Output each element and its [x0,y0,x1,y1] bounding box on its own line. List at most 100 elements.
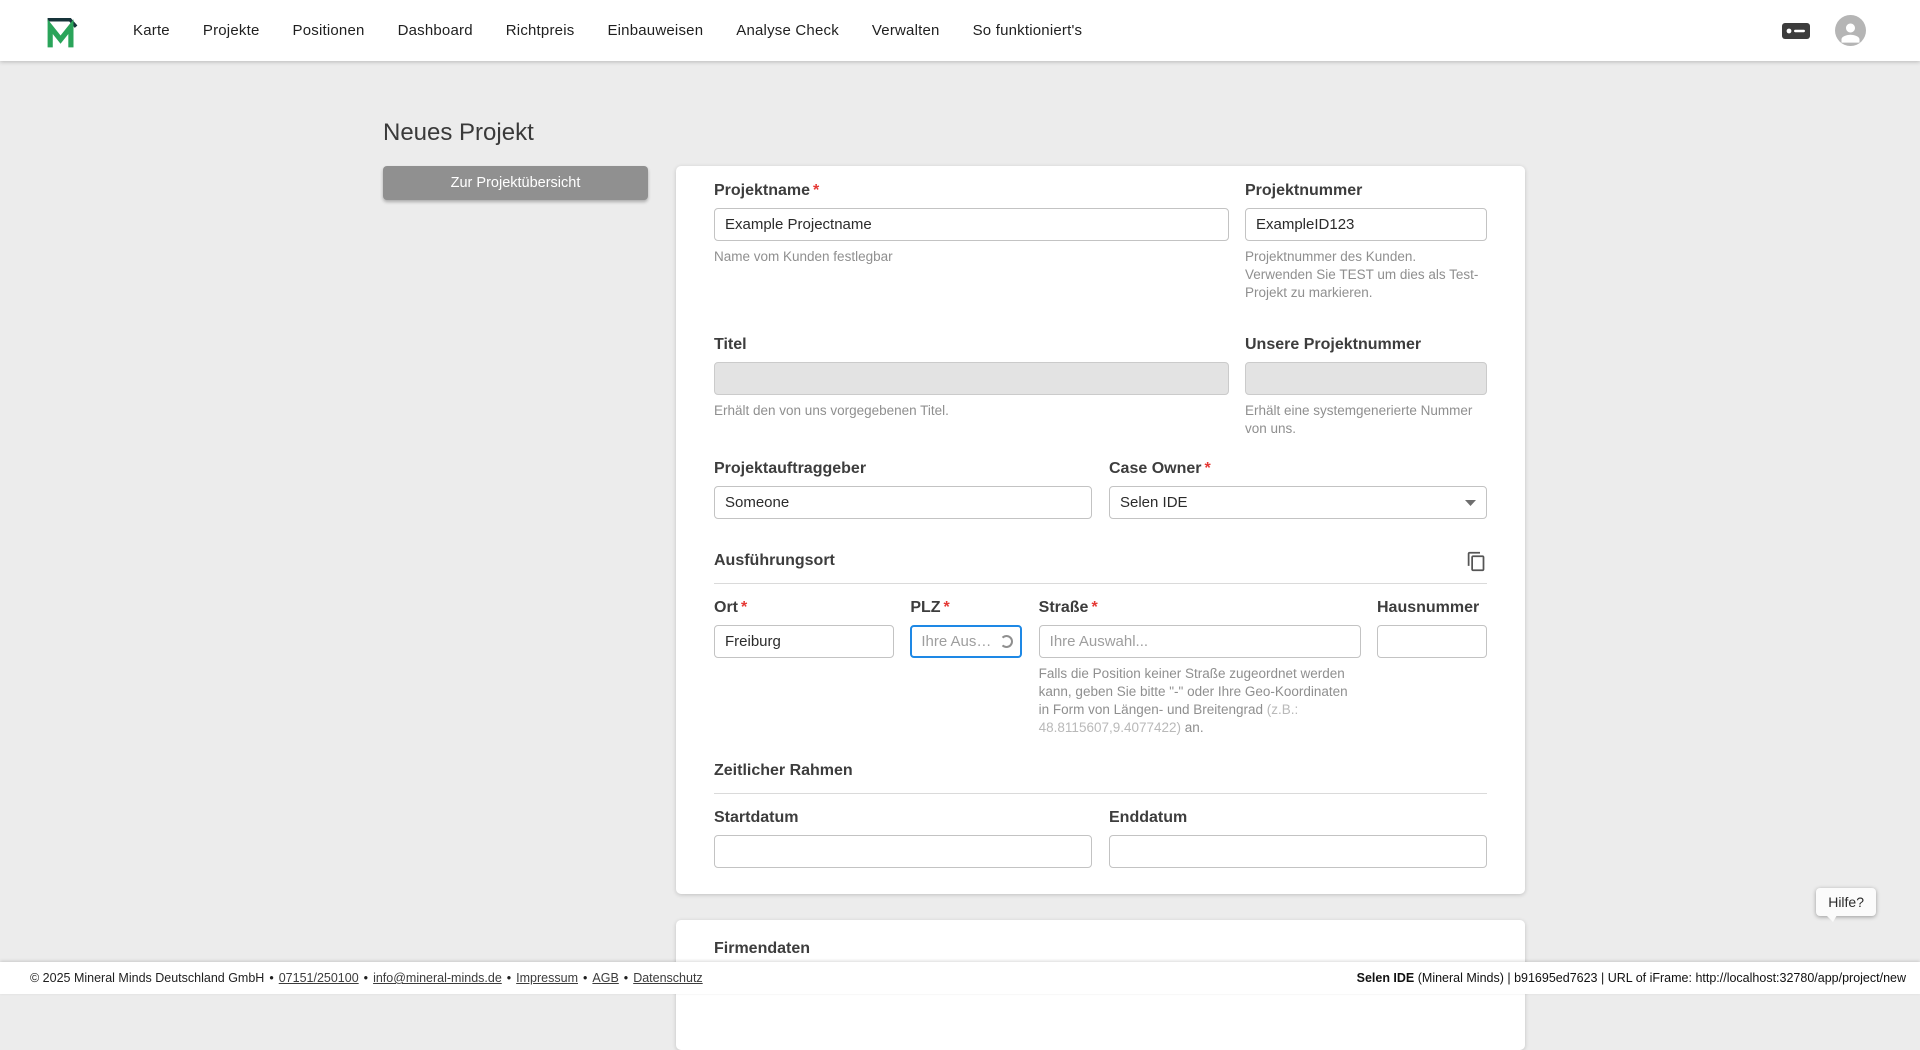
required-asterisk: * [813,182,819,199]
copy-icon[interactable] [1466,551,1487,572]
projektnummer-label: Projektnummer [1245,181,1487,200]
titel-label: Titel [714,335,1229,354]
section-ausfuehrungsort: Ausführungsort [714,549,1487,573]
main-content: Neues Projekt Zur Projektübersicht Proje… [0,61,1920,1050]
strasse-helper-suffix: an. [1181,720,1204,735]
projektnummer-helper: Projektnummer des Kunden. Verwenden Sie … [1245,248,1487,302]
footer-links: © 2025 Mineral Minds Deutschland GmbH • … [30,971,703,985]
section-divider [714,583,1487,584]
ort-label-text: Ort [714,599,738,616]
required-asterisk: * [1204,460,1210,477]
ausfuehrungsort-title: Ausführungsort [714,552,835,570]
agb-link[interactable]: AGB [592,971,618,985]
row-datum: Startdatum Enddatum [714,808,1487,868]
strasse-helper: Falls die Position keiner Straße zugeord… [1039,665,1361,737]
firmendaten-title: Firmendaten [714,940,1487,958]
plz-label: PLZ* [910,598,1022,617]
field-case-owner: Case Owner* Selen IDE [1109,459,1487,519]
main-nav: Karte Projekte Positionen Dashboard Rich… [133,22,1082,39]
field-titel: Titel Erhält den von uns vorgegebenen Ti… [714,335,1229,420]
projektauftraggeber-input[interactable] [714,486,1092,519]
unsere-projektnummer-label: Unsere Projektnummer [1245,335,1487,354]
nav-item-analyse-check[interactable]: Analyse Check [736,22,839,39]
copyright-text: © 2025 Mineral Minds Deutschland GmbH [30,971,264,985]
footer-separator: • [583,971,587,985]
projektname-input[interactable] [714,208,1229,241]
page-title: Neues Projekt [383,119,1920,147]
case-owner-select[interactable]: Selen IDE [1109,486,1487,519]
loading-spinner-icon [1000,635,1013,648]
help-button[interactable]: Hilfe? [1816,888,1876,916]
startdatum-label: Startdatum [714,808,1092,827]
left-column: Zur Projektübersicht [383,166,676,200]
unsere-projektnummer-helper: Erhält eine systemgenerierte Nummer von … [1245,402,1487,438]
row-titel: Titel Erhält den von uns vorgegebenen Ti… [714,335,1487,438]
field-startdatum: Startdatum [714,808,1092,868]
logo-mark [45,13,83,49]
nav-item-positionen[interactable]: Positionen [293,22,365,39]
strasse-helper-text: Falls die Position keiner Straße zugeord… [1039,666,1348,717]
field-strasse: Straße* Falls die Position keiner Straße… [1039,598,1361,737]
projektauftraggeber-label: Projektauftraggeber [714,459,1092,478]
ort-label: Ort* [714,598,894,617]
nav-item-richtpreis[interactable]: Richtpreis [506,22,575,39]
field-hausnummer: Hausnummer [1377,598,1487,658]
titel-input [714,362,1229,395]
startdatum-input[interactable] [714,835,1092,868]
nav-item-projekte[interactable]: Projekte [203,22,260,39]
case-owner-label: Case Owner* [1109,459,1487,478]
person-icon [1837,19,1864,46]
section-divider [714,793,1487,794]
nav-item-karte[interactable]: Karte [133,22,170,39]
impressum-link[interactable]: Impressum [516,971,578,985]
case-owner-value: Selen IDE [1120,494,1188,511]
navbar-actions [1781,15,1866,46]
session-user: Selen IDE [1357,971,1415,985]
footer: © 2025 Mineral Minds Deutschland GmbH • … [0,962,1920,994]
project-form-card: Projektname* Name vom Kunden festlegbar … [676,166,1525,894]
chevron-down-icon [1465,500,1476,506]
projektname-helper: Name vom Kunden festlegbar [714,248,1229,266]
nav-item-verwalten[interactable]: Verwalten [872,22,940,39]
phone-link[interactable]: 07151/250100 [279,971,359,985]
projektname-label: Projektname* [714,181,1229,200]
field-plz: PLZ* [910,598,1022,658]
footer-separator: • [624,971,628,985]
enddatum-input[interactable] [1109,835,1487,868]
footer-separator: • [507,971,511,985]
field-unsere-projektnummer: Unsere Projektnummer Erhält eine systemg… [1245,335,1487,438]
required-asterisk: * [741,599,747,616]
row-projektname: Projektname* Name vom Kunden festlegbar … [714,181,1487,302]
field-projektnummer: Projektnummer Projektnummer des Kunden. … [1245,181,1487,302]
zeitlicher-rahmen-title: Zeitlicher Rahmen [714,762,853,780]
strasse-label: Straße* [1039,598,1361,617]
unsere-projektnummer-input [1245,362,1487,395]
server-icon[interactable] [1781,21,1811,41]
nav-item-so-funktionierts[interactable]: So funktioniert's [973,22,1083,39]
nav-item-einbauweisen[interactable]: Einbauweisen [607,22,703,39]
row-auftraggeber: Projektauftraggeber Case Owner* Selen ID… [714,459,1487,519]
projektnummer-input[interactable] [1245,208,1487,241]
hausnummer-input[interactable] [1377,625,1487,658]
email-link[interactable]: info@mineral-minds.de [373,971,502,985]
section-zeitlicher-rahmen: Zeitlicher Rahmen [714,759,1487,783]
session-details: (Mineral Minds) | b91695ed7623 | URL of … [1414,971,1906,985]
titel-helper: Erhält den von uns vorgegebenen Titel. [714,402,1229,420]
plz-label-text: PLZ [910,599,940,616]
back-to-projects-button[interactable]: Zur Projektübersicht [383,166,648,200]
projektname-label-text: Projektname [714,182,810,199]
datenschutz-link[interactable]: Datenschutz [633,971,702,985]
case-owner-label-text: Case Owner [1109,460,1201,477]
row-ort: Ort* PLZ* Straße* [714,598,1487,737]
required-asterisk: * [944,599,950,616]
strasse-input[interactable] [1039,625,1361,658]
enddatum-label: Enddatum [1109,808,1487,827]
top-navbar: Karte Projekte Positionen Dashboard Rich… [0,0,1920,61]
strasse-label-text: Straße [1039,599,1089,616]
required-asterisk: * [1091,599,1097,616]
field-ort: Ort* [714,598,894,658]
user-avatar[interactable] [1835,15,1866,46]
nav-item-dashboard[interactable]: Dashboard [398,22,473,39]
ort-input[interactable] [714,625,894,658]
mineral-minds-logo[interactable] [45,13,83,49]
